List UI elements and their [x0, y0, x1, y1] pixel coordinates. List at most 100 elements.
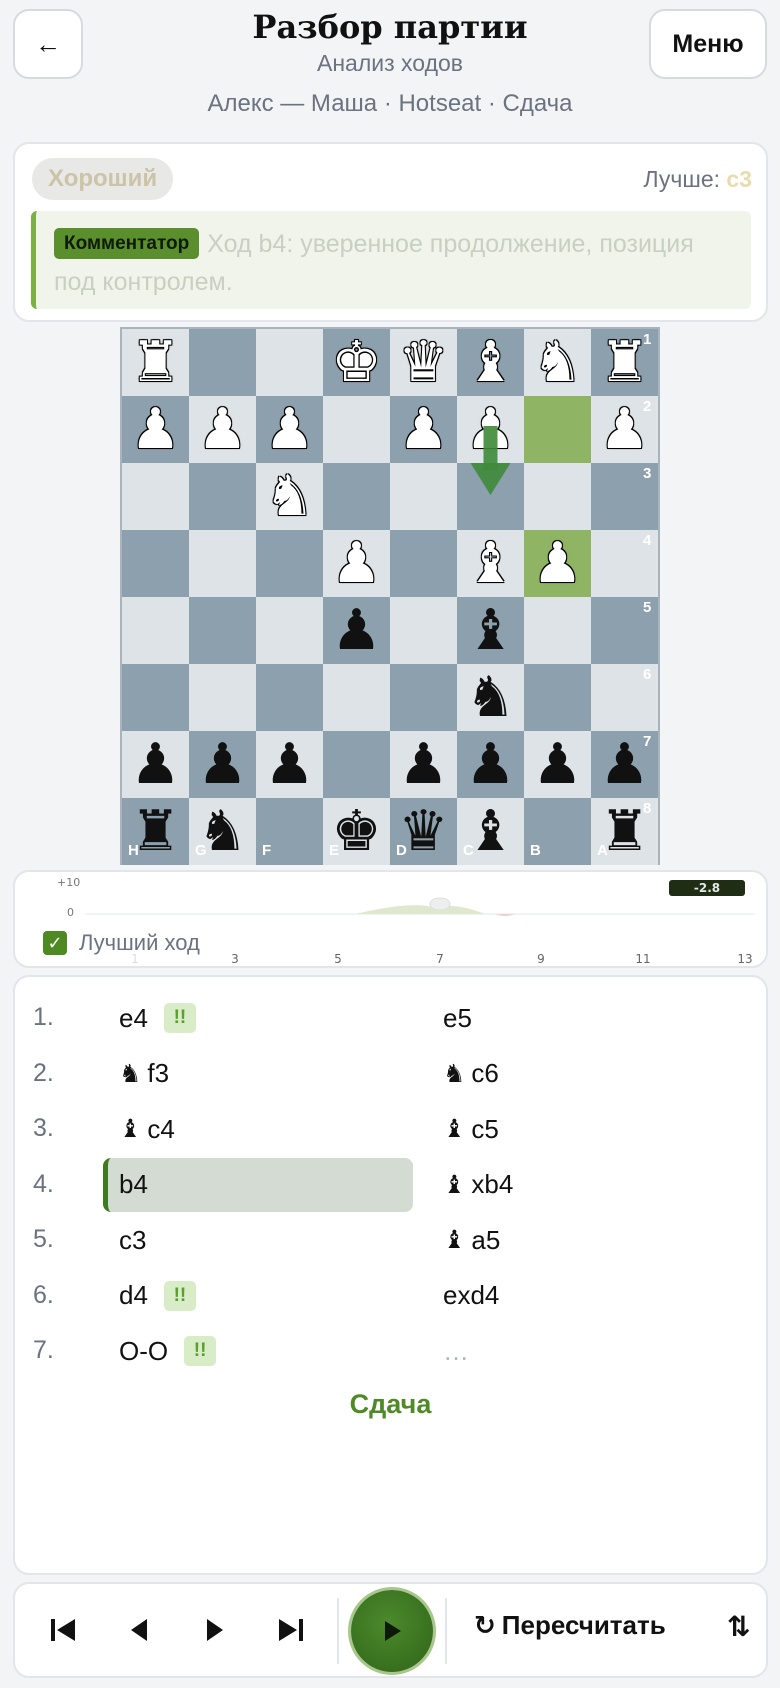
- move-number: 7.: [33, 1336, 54, 1364]
- divider: [445, 1598, 447, 1664]
- move-notation: e4: [119, 1002, 148, 1033]
- brilliant-badge: !!: [184, 1336, 217, 1366]
- move-notation: c5: [471, 1113, 499, 1144]
- black-move[interactable]: …: [443, 1324, 743, 1378]
- eval-badge: -2.8: [694, 881, 720, 895]
- eval-area-negative: [495, 914, 515, 916]
- recalculate-button[interactable]: ↻ Пересчитать: [474, 1610, 666, 1641]
- better-label: Лучше:: [643, 166, 721, 192]
- move-row: 3. ♝ c4 ♝ c5: [15, 1102, 766, 1156]
- move-notation: d4: [119, 1280, 148, 1310]
- step-back-icon: [131, 1619, 147, 1641]
- step-forward-icon: [207, 1619, 223, 1641]
- piece-icon: ♝: [443, 1115, 466, 1143]
- move-notation: f3: [147, 1058, 170, 1088]
- move-notation: c6: [471, 1058, 499, 1088]
- moves-list: Сдача 1. e4!! e5 2. ♞ f3 ♞ c6 3. ♝ c4 ♝ c5 4. b4 ♝ xb4 5.…: [13, 975, 768, 1575]
- move-row: 1. e4!! e5: [15, 991, 766, 1045]
- x-axis-labels: 1 3 5 7 9 11 13: [131, 952, 752, 966]
- skip-forward-icon: [279, 1619, 303, 1641]
- move-row: 7. O-O!! …: [15, 1324, 766, 1378]
- best-move-label: Лучший ход: [79, 930, 200, 955]
- divider: [337, 1598, 339, 1664]
- last-move-button[interactable]: [269, 1608, 313, 1652]
- black-move[interactable]: ♝ xb4: [443, 1158, 743, 1212]
- evaluation-graph[interactable]: +10 0 -2.8 1 3 5 7 9 11 13 ✓ Лучший ход: [13, 870, 768, 968]
- move-notation: c3: [119, 1224, 147, 1255]
- commentary-box: Комментатор Ход b4: уверенное продолжение…: [31, 211, 751, 309]
- menu-button[interactable]: Меню: [649, 9, 767, 79]
- x-axis-tick-label: 9: [537, 952, 545, 966]
- refresh-icon: ↻: [474, 1610, 496, 1640]
- brilliant-badge: !!: [163, 1003, 196, 1033]
- commentary: Комментатор Ход b4: уверенное продолжение…: [54, 225, 739, 301]
- better-move: c3: [726, 166, 752, 192]
- move-number: 4.: [33, 1169, 54, 1198]
- piece-icon: ♞: [443, 1059, 466, 1088]
- white-move[interactable]: c3: [103, 1213, 413, 1267]
- game-result: Сдача: [349, 1389, 432, 1419]
- play-button[interactable]: [351, 1590, 433, 1672]
- recalculate-label: Пересчитать: [501, 1610, 666, 1640]
- move-notation: exd4: [443, 1280, 500, 1310]
- y-label-zero: 0: [67, 906, 74, 919]
- x-axis-tick-label: 3: [231, 952, 239, 966]
- chess-board[interactable]: ♜♚♛♝♞♜♟♟♟♟♟♟♞♟♝♟♟♝♞♟♟♟♟♟♟♟♜♞♚♛♝♜12345678…: [120, 327, 660, 865]
- black-move[interactable]: ♞ c6: [443, 1047, 743, 1101]
- move-number: 5.: [33, 1225, 54, 1253]
- move-row: 2. ♞ f3 ♞ c6: [15, 1047, 766, 1101]
- move-notation: a5: [471, 1224, 501, 1255]
- move-row: 6. d4!! exd4: [15, 1269, 766, 1323]
- white-move[interactable]: O-O!!: [103, 1324, 413, 1378]
- x-axis-tick-label: 13: [737, 952, 752, 966]
- move-arrow: [470, 426, 511, 495]
- move-number: 6.: [33, 1280, 54, 1309]
- commentator-tag: Комментатор: [54, 228, 200, 259]
- header: ← Разбор партии Анализ ходов Алекс — Маш…: [0, 0, 780, 130]
- piece-icon: ♞: [119, 1059, 142, 1088]
- better-move-hint: Лучше: c3: [644, 166, 752, 193]
- piece-icon: ♝: [443, 1170, 466, 1199]
- black-move[interactable]: e5: [443, 991, 743, 1045]
- evaluation-card: Хороший Лучше: c3 Комментатор Ход b4: уве…: [13, 142, 768, 322]
- move-notation: e5: [443, 1002, 472, 1033]
- flip-board-icon[interactable]: ⇅: [727, 1610, 750, 1643]
- playback-controls: ↻ Пересчитать ⇅: [13, 1582, 768, 1678]
- move-number: 2.: [33, 1058, 54, 1087]
- check-icon: ✓: [47, 932, 63, 953]
- move-row: 5. c3 ♝ a5: [15, 1213, 766, 1267]
- x-axis-tick-label: 5: [334, 952, 342, 966]
- first-move-button[interactable]: [41, 1608, 85, 1652]
- skip-back-icon: [51, 1619, 75, 1641]
- prev-move-button[interactable]: [117, 1608, 161, 1652]
- move-notation: O-O: [119, 1335, 169, 1366]
- piece-icon: ♝: [443, 1226, 466, 1254]
- move-row: 4. b4 ♝ xb4: [15, 1157, 766, 1212]
- white-move[interactable]: b4: [103, 1157, 413, 1212]
- black-move[interactable]: ♝ c5: [443, 1102, 743, 1156]
- white-move[interactable]: e4!!: [103, 991, 413, 1045]
- eval-marker[interactable]: [429, 897, 451, 911]
- y-label-top: +10: [57, 876, 80, 889]
- move-number: 3.: [33, 1114, 54, 1142]
- move-notation: xb4: [471, 1169, 514, 1199]
- move-notation: …: [443, 1335, 469, 1366]
- white-move[interactable]: ♝ c4: [103, 1102, 413, 1156]
- move-quality-badge: Хороший: [32, 158, 174, 200]
- move-number: 1.: [33, 1003, 54, 1031]
- brilliant-badge: !!: [163, 1280, 196, 1311]
- play-icon: [385, 1621, 401, 1641]
- x-axis-tick-label: 7: [436, 952, 444, 966]
- next-move-button[interactable]: [193, 1608, 237, 1652]
- move-notation: b4: [119, 1169, 148, 1199]
- move-notation: c4: [147, 1113, 175, 1144]
- piece-icon: ♝: [119, 1115, 142, 1143]
- best-move-checkbox[interactable]: ✓: [43, 931, 67, 955]
- black-move[interactable]: ♝ a5: [443, 1213, 743, 1267]
- white-move[interactable]: d4!!: [103, 1269, 413, 1323]
- x-axis-tick-label: 11: [635, 952, 650, 966]
- black-move[interactable]: exd4: [443, 1269, 743, 1323]
- eval-area: [355, 905, 485, 914]
- best-move-toggle[interactable]: ✓ Лучший ход: [43, 930, 200, 956]
- white-move[interactable]: ♞ f3: [103, 1047, 413, 1101]
